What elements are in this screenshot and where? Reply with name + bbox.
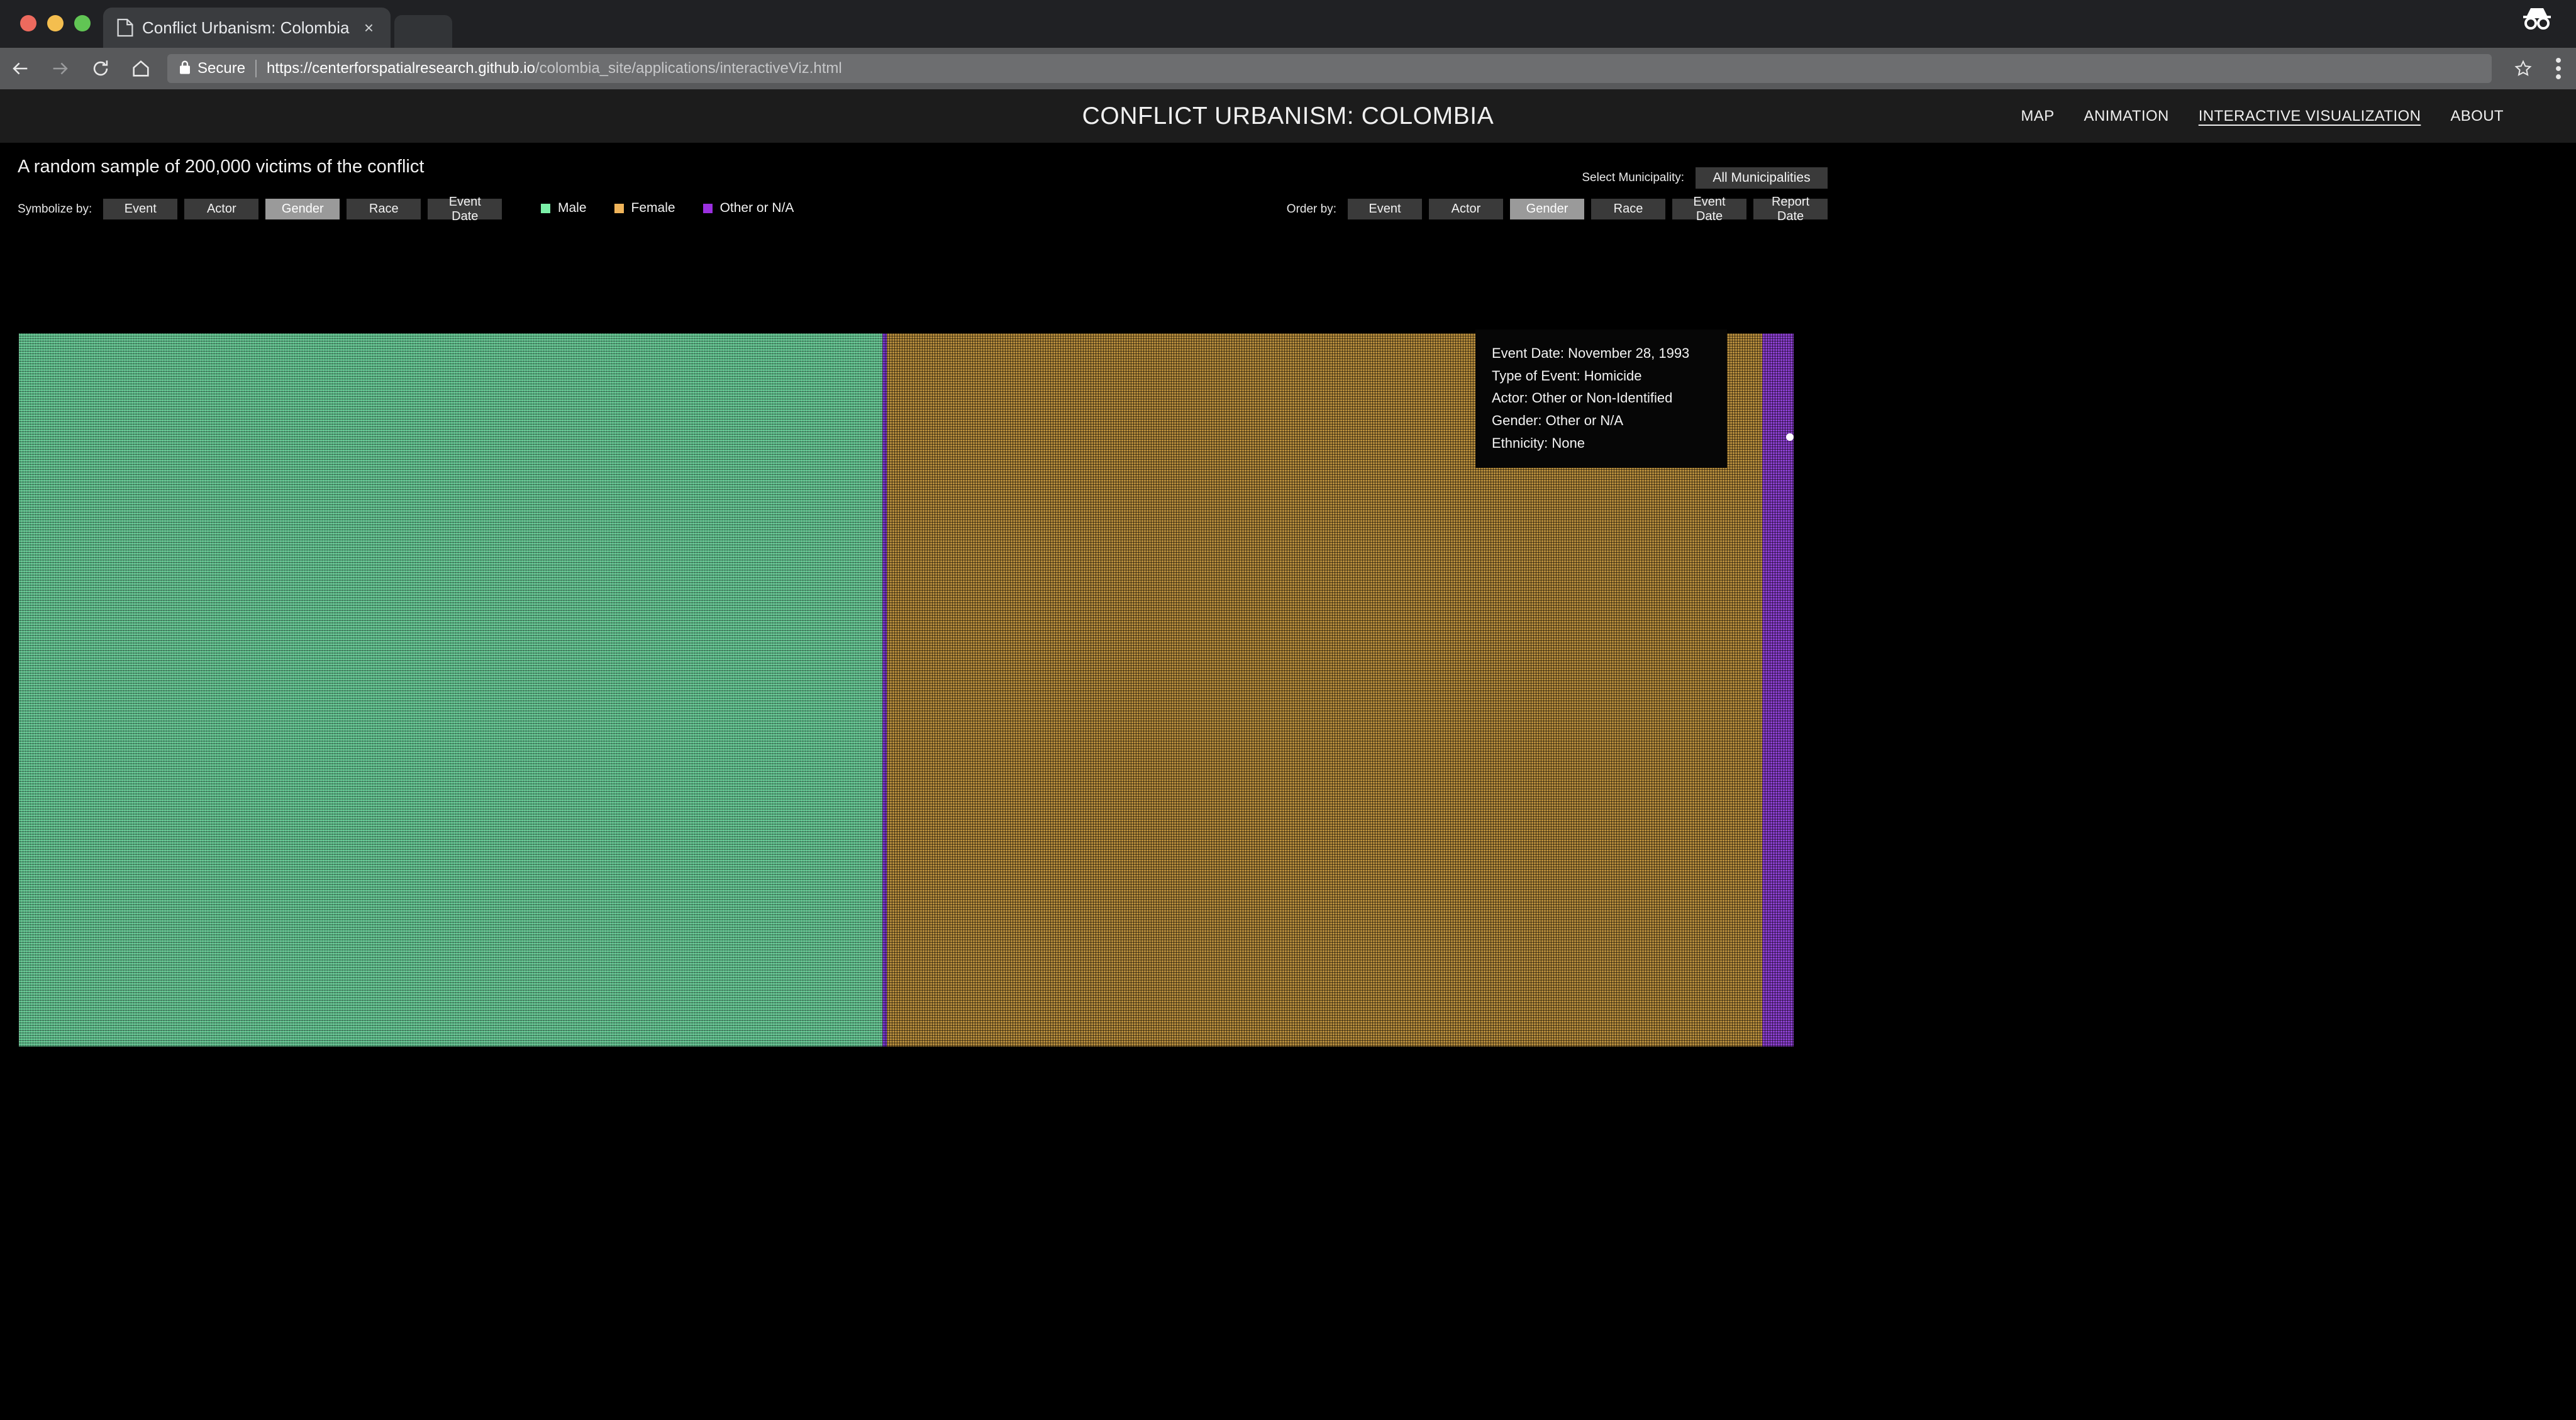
nav-item-map[interactable]: MAP xyxy=(2021,108,2054,125)
order-button-report-date[interactable]: Report Date xyxy=(1753,195,1828,223)
kebab-menu-icon[interactable] xyxy=(2541,51,2576,86)
back-arrow-icon[interactable] xyxy=(0,48,40,89)
omnibox-divider xyxy=(255,60,257,77)
symbolize-button-event[interactable]: Event xyxy=(103,199,178,219)
order-button-gender[interactable]: Gender xyxy=(1510,199,1584,219)
secure-label: Secure xyxy=(197,60,246,77)
browser-tab-bar: Conflict Urbanism: Colombia × xyxy=(0,0,2576,48)
order-button-event-date[interactable]: Event Date xyxy=(1672,195,1746,223)
tooltip-line-event-date: Event Date: November 28, 1993 xyxy=(1492,345,1690,361)
maximize-window-button[interactable] xyxy=(74,15,91,31)
url-host: https://centerforspatialresearch.github.… xyxy=(267,60,535,77)
hovered-data-point[interactable] xyxy=(1786,433,1794,441)
symbolize-button-event-date[interactable]: Event Date xyxy=(428,195,502,223)
legend-item-female: Female xyxy=(614,201,675,216)
order-by-group: Order by: Event Actor Gender Race Event … xyxy=(1286,195,1828,223)
subtitle: A random sample of 200,000 victims of th… xyxy=(18,157,425,177)
controls-row: Symbolize by: Event Actor Gender Race Ev… xyxy=(0,167,2576,223)
visualization-canvas[interactable]: Event Date: November 28, 1993 Type of Ev… xyxy=(19,330,1794,1046)
legend-swatch-male xyxy=(541,203,550,213)
band-other-left xyxy=(882,333,887,1046)
forward-arrow-icon[interactable] xyxy=(40,48,80,89)
page-content: CONFLICT URBANISM: COLOMBIA MAP ANIMATIO… xyxy=(0,89,2576,1420)
municipality-select[interactable]: All Municipalities xyxy=(1696,167,1828,189)
url-path: /colombia_site/applications/interactiveV… xyxy=(535,60,842,77)
legend-label-male: Male xyxy=(558,201,587,215)
tooltip-line-gender: Gender: Other or N/A xyxy=(1492,412,1624,428)
window-controls[interactable] xyxy=(0,15,103,48)
close-icon[interactable]: × xyxy=(358,17,379,38)
tooltip: Event Date: November 28, 1993 Type of Ev… xyxy=(1475,330,1727,469)
nav-item-interactive-visualization[interactable]: INTERACTIVE VISUALIZATION xyxy=(2199,108,2421,125)
tab-title: Conflict Urbanism: Colombia xyxy=(142,18,350,37)
municipality-selector: Select Municipality: All Municipalities xyxy=(1582,167,1828,189)
minimize-window-button[interactable] xyxy=(47,15,64,31)
symbolize-by-group: Symbolize by: Event Actor Gender Race Ev… xyxy=(18,195,509,223)
legend: Male Female Other or N/A xyxy=(541,201,821,216)
legend-swatch-other xyxy=(702,203,713,213)
close-window-button[interactable] xyxy=(20,15,36,31)
legend-item-other: Other or N/A xyxy=(702,201,794,216)
nav-item-about[interactable]: ABOUT xyxy=(2450,108,2504,125)
reload-icon[interactable] xyxy=(80,48,121,89)
order-button-actor[interactable]: Actor xyxy=(1429,199,1503,219)
legend-swatch-female xyxy=(614,203,624,213)
tooltip-line-type-of-event: Type of Event: Homicide xyxy=(1492,367,1642,384)
legend-item-male: Male xyxy=(541,201,587,216)
incognito-icon xyxy=(2519,6,2576,48)
symbolize-button-race[interactable]: Race xyxy=(347,199,421,219)
browser-tab[interactable]: Conflict Urbanism: Colombia × xyxy=(103,8,391,48)
page-icon xyxy=(117,18,133,37)
browser-toolbar: Secure https://centerforspatialresearch.… xyxy=(0,48,2576,89)
star-icon[interactable] xyxy=(2506,51,2541,86)
home-icon[interactable] xyxy=(121,48,161,89)
site-header: CONFLICT URBANISM: COLOMBIA MAP ANIMATIO… xyxy=(0,89,2576,143)
address-bar[interactable]: Secure https://centerforspatialresearch.… xyxy=(167,54,2492,83)
symbolize-button-actor[interactable]: Actor xyxy=(184,199,259,219)
symbolize-button-gender[interactable]: Gender xyxy=(265,199,340,219)
site-nav: MAP ANIMATION INTERACTIVE VISUALIZATION … xyxy=(2021,108,2504,125)
tooltip-line-actor: Actor: Other or Non-Identified xyxy=(1492,390,1673,406)
order-button-event[interactable]: Event xyxy=(1348,199,1422,219)
url-text: https://centerforspatialresearch.github.… xyxy=(267,60,842,77)
tooltip-line-ethnicity: Ethnicity: None xyxy=(1492,435,1585,451)
order-by-label: Order by: xyxy=(1286,202,1336,216)
municipality-label: Select Municipality: xyxy=(1582,171,1684,184)
symbolize-by-label: Symbolize by: xyxy=(18,202,92,216)
lock-icon xyxy=(179,60,191,78)
order-button-race[interactable]: Race xyxy=(1591,199,1665,219)
legend-label-other: Other or N/A xyxy=(719,201,794,215)
band-male xyxy=(19,333,882,1046)
nav-item-animation[interactable]: ANIMATION xyxy=(2084,108,2169,125)
legend-label-female: Female xyxy=(631,201,675,215)
new-tab-button[interactable] xyxy=(394,15,453,48)
